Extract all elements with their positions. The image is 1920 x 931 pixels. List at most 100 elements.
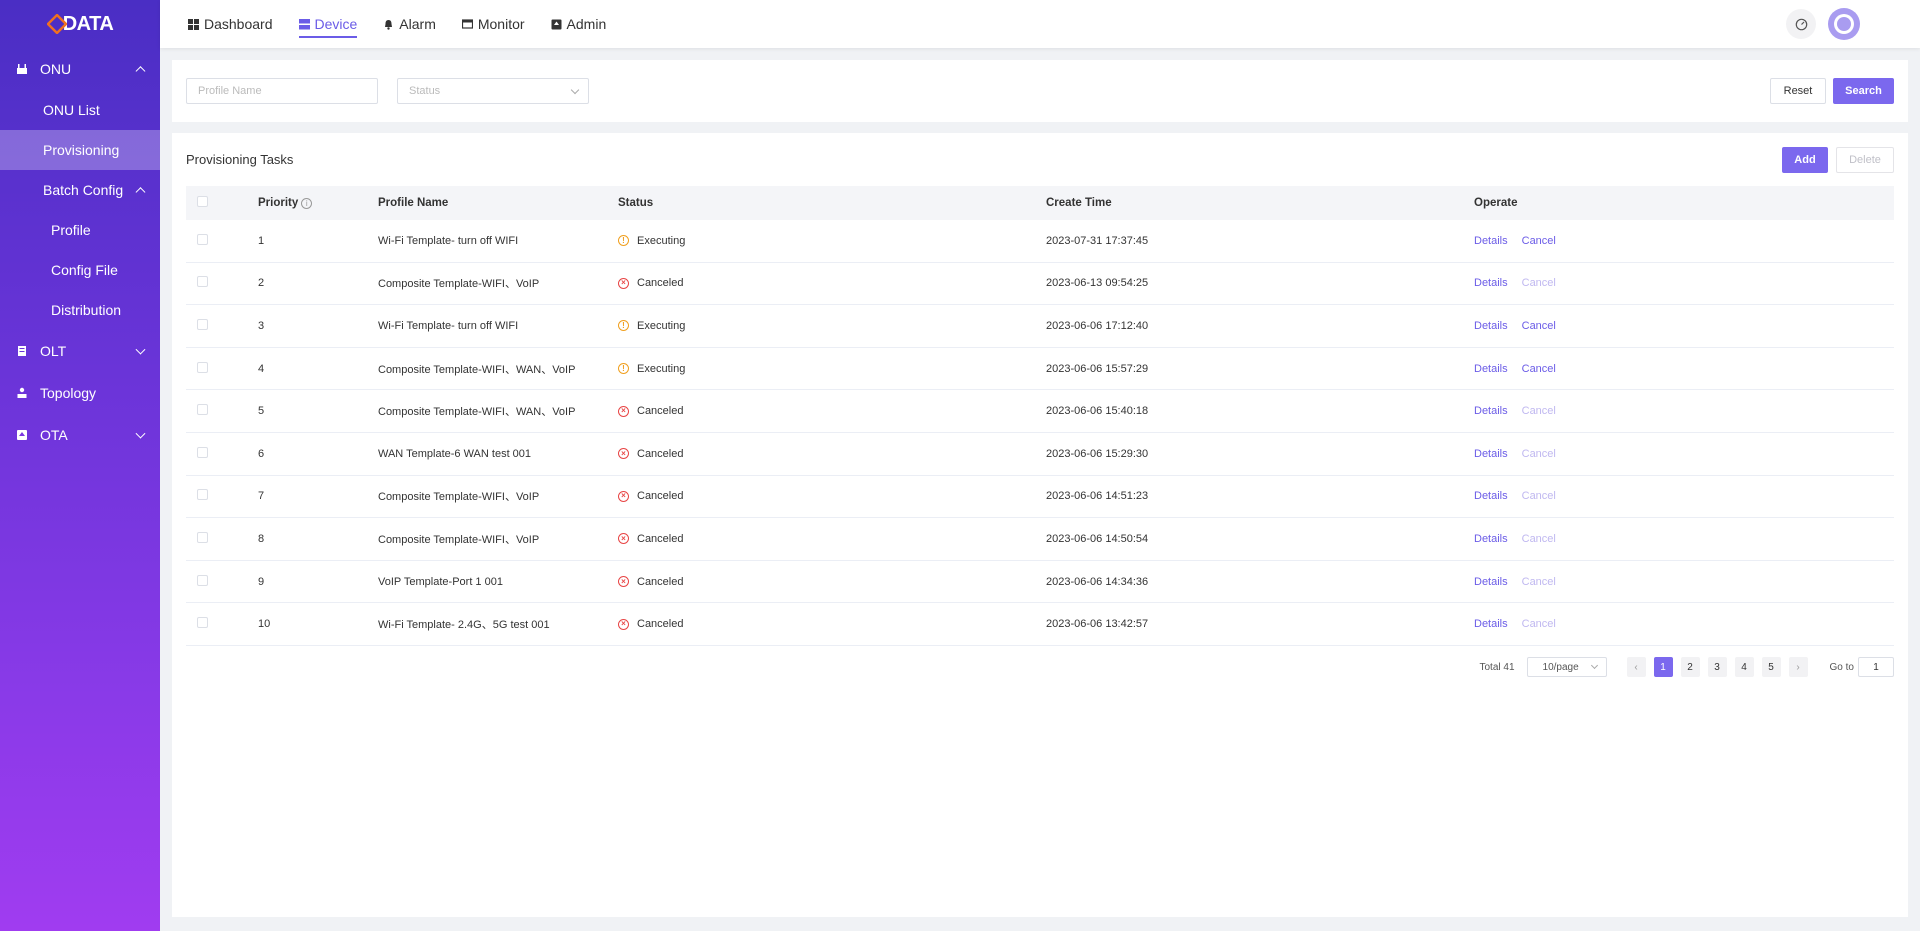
cell-status: × Canceled [618,576,1046,588]
cell-create-time: 2023-06-06 17:12:40 [1046,319,1149,332]
row-checkbox[interactable] [197,233,208,245]
row-checkbox[interactable] [197,489,208,501]
cell-operate: Details Cancel [1474,490,1894,502]
cancel-link[interactable]: Cancel [1522,490,1556,502]
page-1-button[interactable]: 1 [1653,657,1673,677]
cell-status: × Canceled [618,533,1046,545]
cancel-link[interactable]: Cancel [1522,533,1556,545]
reset-button[interactable]: Reset [1770,78,1826,104]
input-placeholder: Profile Name [198,85,262,97]
canceled-icon: × [618,618,629,630]
row-checkbox[interactable] [197,446,208,458]
tab-device[interactable]: Device [298,0,357,48]
cell-create-time: 2023-06-06 14:50:54 [1046,532,1149,545]
page-size-select[interactable]: 10/page [1526,657,1607,677]
delete-button[interactable]: Delete [1836,147,1894,173]
row-checkbox[interactable] [197,361,208,373]
details-link[interactable]: Details [1474,448,1508,460]
sidebar-group-onu[interactable]: ONU [0,48,160,90]
details-link[interactable]: Details [1474,490,1508,502]
row-checkbox[interactable] [197,574,208,586]
page-5-button[interactable]: 5 [1761,657,1781,677]
cell-profile-name: Composite Template-WIFI、VoIP [378,491,540,504]
sidebar-group-label: ONU [40,61,72,77]
profile-name-input[interactable]: Profile Name [186,78,378,104]
details-link[interactable]: Details [1474,235,1508,247]
details-link[interactable]: Details [1474,533,1508,545]
dashboard-gauge-button[interactable] [1786,9,1816,39]
details-link[interactable]: Details [1474,405,1508,417]
details-link[interactable]: Details [1474,277,1508,289]
sidebar-item-onu-list[interactable]: ONU List [0,90,160,130]
sidebar-group-ota[interactable]: OTA [0,414,160,456]
cell-status: ! Executing [618,320,1046,332]
cell-priority: 3 [258,319,265,332]
cancel-link[interactable]: Cancel [1522,405,1556,417]
cancel-link[interactable]: Cancel [1522,277,1556,289]
cell-profile-name: Composite Template-WIFI、VoIP [378,533,540,546]
logo-mark-icon [46,14,67,34]
header-priority[interactable]: Priority i [258,197,378,209]
search-button[interactable]: Search [1833,78,1894,104]
details-link[interactable]: Details [1474,618,1508,630]
sidebar-item-config-file[interactable]: Config File [0,250,160,290]
tab-label: Admin [566,16,607,32]
tab-dashboard[interactable]: Dashboard [188,0,273,48]
page-4-button[interactable]: 4 [1734,657,1754,677]
sidebar-group-topology[interactable]: Topology [0,372,160,414]
prev-page-button[interactable]: ‹ [1626,657,1646,677]
tab-admin[interactable]: Admin [551,0,607,48]
sidebar-item-provisioning[interactable]: Provisioning [0,130,160,170]
row-checkbox[interactable] [197,318,208,330]
cell-status: × Canceled [618,277,1046,289]
cell-priority: 9 [258,575,265,588]
row-checkbox[interactable] [197,531,208,543]
next-page-button[interactable]: › [1788,657,1808,677]
cell-priority: 2 [258,277,265,290]
status-text: Executing [637,319,686,332]
info-icon[interactable]: i [301,198,313,209]
status-select[interactable]: Status [397,78,589,104]
row-checkbox[interactable] [197,276,208,288]
row-checkbox[interactable] [197,617,208,629]
table-row: 3 Wi-Fi Template- turn off WIFI ! Executing… [186,305,1894,348]
cell-operate: Details Cancel [1474,320,1894,332]
details-link[interactable]: Details [1474,320,1508,332]
details-link[interactable]: Details [1474,363,1508,375]
cancel-link[interactable]: Cancel [1522,235,1556,247]
cell-profile-name: Wi-Fi Template- turn off WIFI [378,319,519,332]
sidebar-group-olt[interactable]: OLT [0,330,160,372]
avatar[interactable] [1828,8,1860,40]
chevron-up-icon [135,187,146,198]
page-numbers: 12345 [1653,657,1781,677]
select-all-checkbox[interactable] [197,196,208,207]
dashboard-icon [188,18,199,30]
cell-create-time: 2023-06-06 13:42:57 [1046,618,1149,631]
cancel-link[interactable]: Cancel [1522,618,1556,630]
page-2-button[interactable]: 2 [1680,657,1700,677]
card-title: Provisioning Tasks [186,152,294,167]
cell-priority: 10 [258,618,271,631]
sidebar-item-profile[interactable]: Profile [0,210,160,250]
row-checkbox[interactable] [197,404,208,416]
page-size-value: 10/page [1542,661,1579,673]
chevron-down-icon [570,85,580,95]
gauge-icon [1795,18,1807,30]
add-button[interactable]: Add [1782,147,1828,173]
cancel-link[interactable]: Cancel [1522,320,1556,332]
header-status: Status [618,197,654,209]
cancel-link[interactable]: Cancel [1522,363,1556,375]
sidebar-item-distribution[interactable]: Distribution [0,290,160,330]
table-row: 6 WAN Template-6 WAN test 001 × Canceled 202… [186,433,1894,476]
cancel-link[interactable]: Cancel [1522,448,1556,460]
cell-operate: Details Cancel [1474,235,1894,247]
details-link[interactable]: Details [1474,576,1508,588]
sidebar-item-batch-config[interactable]: Batch Config [0,170,160,210]
tab-alarm[interactable]: Alarm [383,0,436,48]
page-3-button[interactable]: 3 [1707,657,1727,677]
cell-priority: 4 [258,362,265,375]
chevron-down-icon [1590,661,1598,670]
tab-monitor[interactable]: Monitor [461,0,525,48]
cancel-link[interactable]: Cancel [1522,576,1556,588]
goto-page-input[interactable]: 1 [1858,657,1894,677]
